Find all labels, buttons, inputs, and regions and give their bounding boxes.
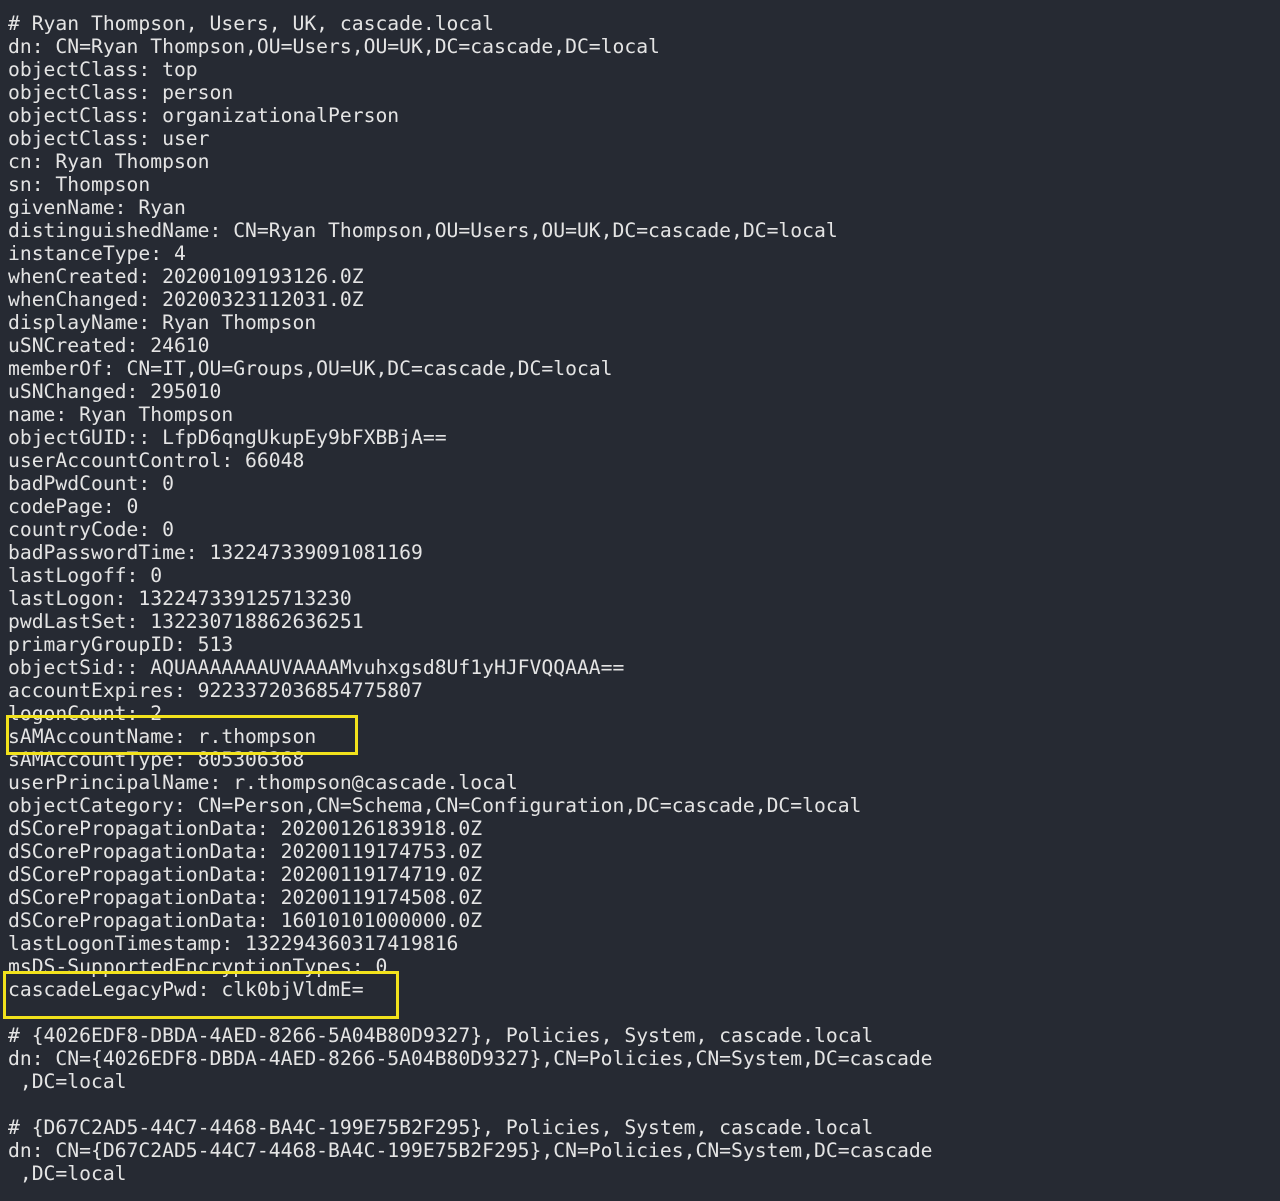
terminal-line: ,DC=local <box>8 1070 127 1093</box>
terminal-line: dn: CN={D67C2AD5-44C7-4468-BA4C-199E75B2… <box>8 1139 933 1162</box>
terminal-line: ,DC=local <box>8 1162 127 1185</box>
terminal-line: givenName: Ryan <box>8 196 186 219</box>
terminal-line: sn: Thompson <box>8 173 151 196</box>
terminal-line: uSNChanged: 295010 <box>8 380 222 403</box>
terminal-line: dSCorePropagationData: 16010101000000.0Z <box>8 909 483 932</box>
terminal-line: objectCategory: CN=Person,CN=Schema,CN=C… <box>8 794 862 817</box>
terminal-line: badPasswordTime: 132247339091081169 <box>8 541 423 564</box>
highlight-box-cascadelegacypwd <box>3 971 399 1019</box>
terminal-line: badPwdCount: 0 <box>8 472 174 495</box>
terminal-line: # {D67C2AD5-44C7-4468-BA4C-199E75B2F295}… <box>8 1116 874 1139</box>
terminal-line: accountExpires: 9223372036854775807 <box>8 679 423 702</box>
terminal-line: instanceType: 4 <box>8 242 186 265</box>
terminal-line: userPrincipalName: r.thompson@cascade.lo… <box>8 771 518 794</box>
terminal-line: # {4026EDF8-DBDA-4AED-8266-5A04B80D9327}… <box>8 1024 874 1047</box>
terminal-output: # Ryan Thompson, Users, UK, cascade.loca… <box>0 0 1280 1201</box>
terminal-line: dSCorePropagationData: 20200126183918.0Z <box>8 817 483 840</box>
terminal-line: dSCorePropagationData: 20200119174719.0Z <box>8 863 483 886</box>
terminal-line: pwdLastSet: 132230718862636251 <box>8 610 364 633</box>
terminal-line: primaryGroupID: 513 <box>8 633 234 656</box>
terminal-line: memberOf: CN=IT,OU=Groups,OU=UK,DC=casca… <box>8 357 613 380</box>
terminal-line: distinguishedName: CN=Ryan Thompson,OU=U… <box>8 219 838 242</box>
terminal-line: countryCode: 0 <box>8 518 174 541</box>
terminal-line: objectClass: user <box>8 127 210 150</box>
terminal-line: dSCorePropagationData: 20200119174753.0Z <box>8 840 483 863</box>
terminal-line: codePage: 0 <box>8 495 139 518</box>
terminal-line: userAccountControl: 66048 <box>8 449 305 472</box>
terminal-line: lastLogon: 132247339125713230 <box>8 587 352 610</box>
terminal-line: name: Ryan Thompson <box>8 403 234 426</box>
terminal-line: dn: CN=Ryan Thompson,OU=Users,OU=UK,DC=c… <box>8 35 660 58</box>
highlight-box-samaccountname <box>6 715 358 755</box>
terminal-line: objectClass: person <box>8 81 234 104</box>
terminal-line: displayName: Ryan Thompson <box>8 311 317 334</box>
terminal-line: lastLogoff: 0 <box>8 564 163 587</box>
terminal-line: # Ryan Thompson, Users, UK, cascade.loca… <box>8 12 494 35</box>
terminal-line: objectClass: top <box>8 58 198 81</box>
terminal-line: objectClass: organizationalPerson <box>8 104 400 127</box>
terminal-line: cn: Ryan Thompson <box>8 150 210 173</box>
terminal-line: whenCreated: 20200109193126.0Z <box>8 265 364 288</box>
terminal-line: lastLogonTimestamp: 132294360317419816 <box>8 932 459 955</box>
terminal-line: dn: CN={4026EDF8-DBDA-4AED-8266-5A04B80D… <box>8 1047 933 1070</box>
terminal-line: uSNCreated: 24610 <box>8 334 210 357</box>
terminal-line: whenChanged: 20200323112031.0Z <box>8 288 364 311</box>
terminal-line: dSCorePropagationData: 20200119174508.0Z <box>8 886 483 909</box>
terminal-line: objectSid:: AQUAAAAAAAUVAAAAMvuhxgsd8Uf1… <box>8 656 625 679</box>
terminal-line: objectGUID:: LfpD6qngUkupEy9bFXBBjA== <box>8 426 447 449</box>
